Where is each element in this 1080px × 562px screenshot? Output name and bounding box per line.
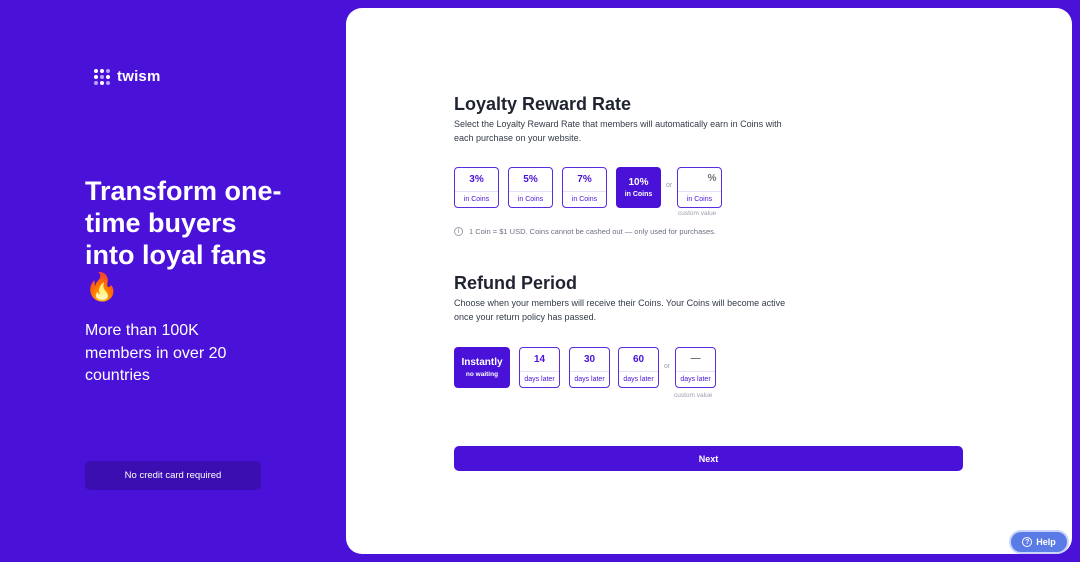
loyalty-option-3[interactable]: 3% in Coins [454,167,499,208]
loyalty-option-7[interactable]: 7% in Coins [562,167,607,208]
loyalty-title: Loyalty Reward Rate [454,94,632,114]
refund-title: Refund Period [454,273,578,293]
option-unit: in Coins [455,191,498,203]
onboarding-card: Loyalty Reward Rate Select the Loyalty R… [346,8,1072,554]
option-value: 7% [577,174,592,185]
option-unit: days later [570,371,609,383]
option-value: 60 [632,354,645,365]
loyalty-option-10[interactable]: 10% in Coins [616,167,661,208]
or-separator: or [666,182,673,189]
brand-logo: twism [94,68,161,85]
loyalty-option-5[interactable]: 5% in Coins [508,167,553,208]
option-value: 3% [469,174,484,185]
option-value: 10% [628,177,649,188]
refund-option-14[interactable]: 14 days later [519,347,560,388]
no-credit-card-badge: No credit card required [85,461,261,490]
option-unit: no waiting [465,371,499,378]
hero-subtitle: More than 100K members in over 20 countr… [85,322,227,384]
help-label: Help [1036,537,1056,547]
brand-name: twism [117,68,161,85]
coin-info: i 1 Coin = $1 USD. Coins cannot be cashe… [454,227,716,236]
option-unit: days later [520,371,559,383]
refund-custom-option[interactable]: days later [675,347,716,388]
hero-title: Transform one-time buyers into loyal fan… [85,176,282,302]
option-value: 5% [523,174,538,185]
refund-option-instantly[interactable]: Instantly no waiting [454,347,510,388]
option-unit: in Coins [509,191,552,203]
option-unit: in Coins [678,191,721,203]
option-value: Instantly [461,357,503,368]
refund-option-60[interactable]: 60 days later [618,347,659,388]
refund-custom-input[interactable] [680,353,711,364]
custom-value-caption: custom value [674,392,713,399]
logo-icon [94,68,110,85]
refund-option-30[interactable]: 30 days later [569,347,610,388]
custom-value-caption: custom value [678,210,717,217]
or-separator: or [664,363,671,370]
option-value: 30 [583,354,596,365]
option-unit: days later [676,371,715,383]
loyalty-description: Select the Loyalty Reward Rate that memb… [454,119,782,143]
loyalty-custom-input[interactable] [682,173,717,184]
option-unit: in Coins [624,191,653,198]
loyalty-custom-option[interactable]: in Coins [677,167,722,208]
next-button[interactable]: Next [454,446,963,471]
help-icon: ? [1022,537,1033,547]
option-value: 14 [533,354,546,365]
info-icon: i [454,227,463,236]
coin-info-text: 1 Coin = $1 USD. Coins cannot be cashed … [469,227,717,236]
help-button[interactable]: ? Help [1009,530,1069,554]
option-unit: in Coins [563,191,606,203]
refund-description: Choose when your members will receive th… [454,298,786,322]
option-unit: days later [619,371,658,383]
